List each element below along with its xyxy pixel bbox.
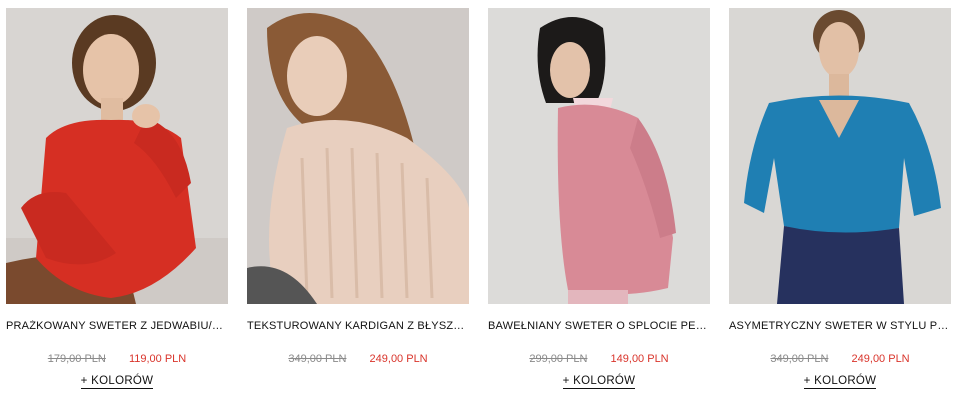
product-name[interactable]: TEKSTUROWANY KARDIGAN Z BŁYSZCZĄCĄ NICIĄ (247, 320, 469, 332)
old-price: 299,00 PLN (529, 353, 588, 365)
product-photo-illustration (488, 8, 710, 304)
sale-price: 249,00 PLN (369, 353, 428, 365)
more-colors: + KOLORÓW (729, 375, 951, 389)
sale-price: 149,00 PLN (610, 353, 669, 365)
more-colors-link[interactable]: + KOLORÓW (803, 375, 877, 389)
product-name[interactable]: PRAŻKOWANY SWETER Z JEDWABIU/WEŁNĄ (6, 320, 228, 332)
more-colors: + KOLORÓW (6, 375, 228, 389)
product-photo-illustration (729, 8, 951, 304)
product-name[interactable]: ASYMETRYCZNY SWETER W STYLU PELERYNY (729, 320, 951, 332)
product-prices: 349,00 PLN 249,00 PLN (729, 353, 951, 365)
product-card: TEKSTUROWANY KARDIGAN Z BŁYSZCZĄCĄ NICIĄ… (247, 0, 469, 410)
more-colors: + KOLORÓW (488, 375, 710, 389)
product-photo-illustration (247, 8, 469, 304)
product-photo-illustration (6, 8, 228, 304)
product-card: BAWEŁNIANY SWETER O SPLOCIE PERŁOWYM 299… (488, 0, 710, 410)
more-colors-link[interactable]: + KOLORÓW (80, 375, 154, 389)
product-image[interactable] (247, 8, 469, 304)
more-colors-link[interactable]: + KOLORÓW (562, 375, 636, 389)
product-card: ASYMETRYCZNY SWETER W STYLU PELERYNY 349… (729, 0, 951, 410)
old-price: 179,00 PLN (47, 353, 106, 365)
product-prices: 349,00 PLN 249,00 PLN (247, 353, 469, 365)
old-price: 349,00 PLN (770, 353, 829, 365)
product-name[interactable]: BAWEŁNIANY SWETER O SPLOCIE PERŁOWYM (488, 320, 710, 332)
sale-price: 249,00 PLN (851, 353, 910, 365)
product-card: PRAŻKOWANY SWETER Z JEDWABIU/WEŁNĄ 179,0… (6, 0, 228, 410)
product-image[interactable] (729, 8, 951, 304)
product-prices: 179,00 PLN 119,00 PLN (6, 353, 228, 365)
product-grid: PRAŻKOWANY SWETER Z JEDWABIU/WEŁNĄ 179,0… (0, 0, 962, 410)
old-price: 349,00 PLN (288, 353, 347, 365)
product-prices: 299,00 PLN 149,00 PLN (488, 353, 710, 365)
sale-price: 119,00 PLN (128, 353, 187, 365)
product-image[interactable] (6, 8, 228, 304)
product-image[interactable] (488, 8, 710, 304)
